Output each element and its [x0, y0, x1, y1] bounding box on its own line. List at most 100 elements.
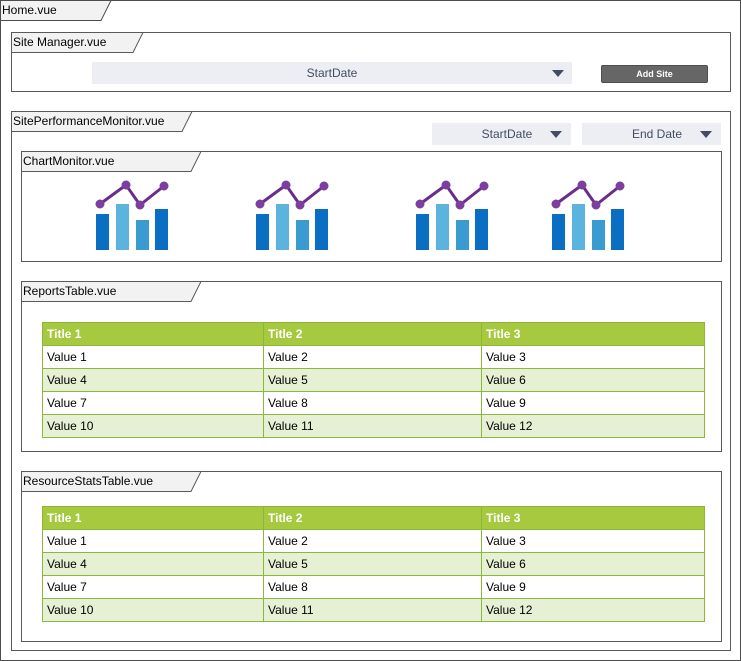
column-header[interactable]: Title 1	[42, 322, 264, 346]
table-cell: Value 1	[42, 345, 264, 369]
table-row[interactable]: Value 7 Value 8 Value 9	[42, 575, 705, 599]
chart-icon-dot	[441, 180, 451, 190]
resource-stats-table-frame: ResourceStatsTable.vue Title 1 Title 2 T…	[21, 471, 722, 642]
home-frame: Home.vue Site Manager.vue StartDate Add …	[0, 0, 741, 661]
chart-icon-line	[419, 182, 485, 208]
chart-icon-bar	[475, 209, 488, 250]
perf-start-date-dropdown[interactable]: StartDate	[432, 123, 571, 145]
table-cell: Value 3	[481, 345, 705, 369]
chart-icon-bar	[315, 209, 328, 250]
chevron-down-icon	[550, 131, 562, 138]
start-date-label: StartDate	[306, 66, 358, 80]
bar-line-chart-icon	[551, 180, 625, 250]
table-row[interactable]: Value 7 Value 8 Value 9	[42, 391, 705, 415]
chart-icon-bar	[456, 220, 469, 250]
site-performance-tab: SitePerformanceMonitor.vue	[11, 111, 193, 132]
bar-line-chart-icon	[415, 180, 489, 250]
table-cell: Value 2	[263, 345, 482, 369]
table-cell: Value 9	[481, 391, 705, 415]
chevron-down-icon	[552, 70, 564, 77]
chart-icon-dot	[551, 199, 561, 209]
table-cell: Value 8	[263, 575, 482, 599]
table-cell: Value 12	[481, 414, 705, 438]
chart-icon-bar	[416, 214, 429, 250]
chart-icon-line	[555, 182, 621, 208]
chart-icon-bar	[592, 220, 605, 250]
table-cell: Value 11	[263, 598, 482, 622]
chart-icon-bar	[136, 220, 149, 250]
table-header-row: Title 1 Title 2 Title 3	[42, 506, 705, 530]
table-cell: Value 3	[481, 529, 705, 553]
reports-table-title: ReportsTable.vue	[23, 284, 117, 298]
chart-icon-bar	[552, 214, 565, 250]
table-row[interactable]: Value 1 Value 2 Value 3	[42, 529, 705, 553]
table-row[interactable]: Value 10 Value 11 Value 12	[42, 414, 705, 438]
home-tab: Home.vue	[0, 0, 112, 21]
table-cell: Value 11	[263, 414, 482, 438]
column-header[interactable]: Title 1	[42, 506, 264, 530]
add-site-button[interactable]: Add Site	[601, 65, 708, 83]
chart-icon-bar	[116, 204, 129, 250]
resource-stats-table: Title 1 Title 2 Title 3 Value 1 Value 2 …	[42, 506, 705, 622]
site-performance-frame: SitePerformanceMonitor.vue StartDate End…	[11, 111, 731, 651]
chart-icon-dot	[455, 200, 465, 210]
chart-icon-bar	[256, 214, 269, 250]
chart-icon-dot	[615, 181, 625, 191]
table-cell: Value 12	[481, 598, 705, 622]
chart-monitor-tab: ChartMonitor.vue	[21, 151, 202, 172]
chevron-down-icon	[700, 131, 712, 138]
table-row[interactable]: Value 4 Value 5 Value 6	[42, 552, 705, 576]
chart-icon-bar	[276, 204, 289, 250]
table-cell: Value 7	[42, 575, 264, 599]
table-cell: Value 8	[263, 391, 482, 415]
chart-icon-dot	[415, 199, 425, 209]
home-title: Home.vue	[2, 3, 57, 17]
reports-table-tab: ReportsTable.vue	[21, 281, 202, 302]
table-cell: Value 4	[42, 368, 264, 392]
chart-icon-dot	[159, 181, 169, 191]
table-row[interactable]: Value 1 Value 2 Value 3	[42, 345, 705, 369]
column-header[interactable]: Title 3	[481, 322, 705, 346]
resource-stats-table-tab: ResourceStatsTable.vue	[21, 471, 202, 492]
chart-icon-bar	[436, 204, 449, 250]
table-cell: Value 6	[481, 552, 705, 576]
resource-stats-table-title: ResourceStatsTable.vue	[23, 474, 154, 488]
table-cell: Value 1	[42, 529, 264, 553]
table-cell: Value 10	[42, 598, 264, 622]
column-header[interactable]: Title 3	[481, 506, 705, 530]
chart-icon-dot	[121, 180, 131, 190]
chart-icon-dot	[479, 181, 489, 191]
chart-icon-bar	[296, 220, 309, 250]
bar-line-chart-icon	[255, 180, 329, 250]
table-row[interactable]: Value 10 Value 11 Value 12	[42, 598, 705, 622]
chart-icon-dot	[295, 200, 305, 210]
bar-line-chart-icon	[95, 180, 169, 250]
site-manager-title: Site Manager.vue	[13, 35, 107, 49]
chart-icon-bar	[611, 209, 624, 250]
chart-monitor-frame: ChartMonitor.vue	[21, 151, 722, 262]
table-cell: Value 10	[42, 414, 264, 438]
chart-icon-bar	[96, 214, 109, 250]
table-cell: Value 5	[263, 368, 482, 392]
reports-table-frame: ReportsTable.vue Title 1 Title 2 Title 3	[21, 281, 722, 452]
chart-icon-dot	[577, 180, 587, 190]
chart-monitor-title: ChartMonitor.vue	[23, 154, 115, 168]
perf-end-date-dropdown[interactable]: End Date	[582, 123, 721, 145]
chart-icon-dot	[255, 199, 265, 209]
table-cell: Value 6	[481, 368, 705, 392]
chart-icon-dot	[135, 200, 145, 210]
site-manager-start-date-dropdown[interactable]: StartDate	[92, 62, 572, 84]
chart-icon-line	[259, 182, 325, 208]
chart-icon-dot	[281, 180, 291, 190]
chart-icon-dot	[95, 199, 105, 209]
table-row[interactable]: Value 4 Value 5 Value 6	[42, 368, 705, 392]
chart-icon-bar	[155, 209, 168, 250]
table-cell: Value 9	[481, 575, 705, 599]
site-performance-title: SitePerformanceMonitor.vue	[13, 114, 165, 128]
column-header[interactable]: Title 2	[263, 506, 482, 530]
table-cell: Value 2	[263, 529, 482, 553]
site-manager-frame: Site Manager.vue StartDate Add Site	[11, 32, 731, 92]
table-header-row: Title 1 Title 2 Title 3	[42, 322, 705, 346]
column-header[interactable]: Title 2	[263, 322, 482, 346]
chart-icon-dot	[591, 200, 601, 210]
